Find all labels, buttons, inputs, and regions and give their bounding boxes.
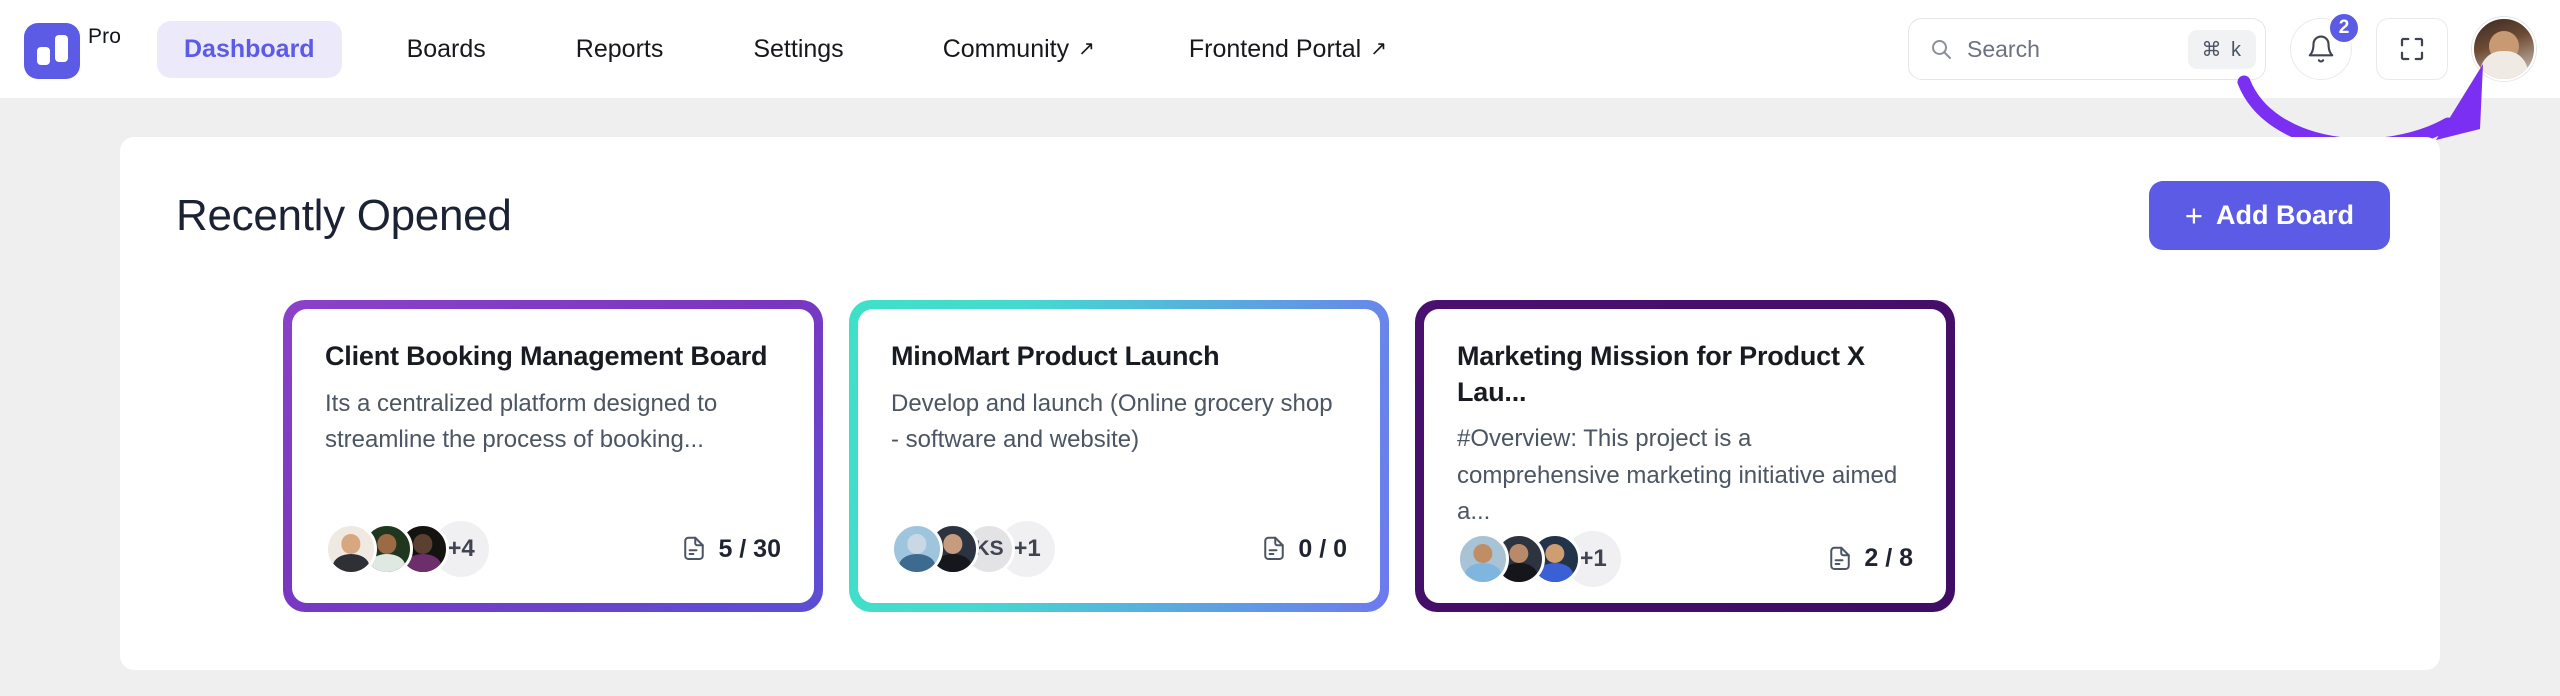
fullscreen-button[interactable] <box>2376 18 2448 80</box>
search-shortcut-hint: ⌘ k <box>2188 30 2256 69</box>
board-card-title: Marketing Mission for Product X Lau... <box>1457 339 1913 410</box>
nav-item-boards[interactable]: Boards <box>380 21 513 78</box>
board-card-footer: +4 5 / 30 <box>325 521 781 577</box>
board-card-list: Client Booking Management Board Its a ce… <box>120 300 2440 612</box>
brand[interactable]: Pro <box>24 19 121 79</box>
task-counter: 2 / 8 <box>1825 544 1913 574</box>
panel-header: Recently Opened + Add Board <box>120 137 2440 250</box>
member-avatar <box>325 523 377 575</box>
board-card-title: Client Booking Management Board <box>325 339 781 375</box>
nav-item-label: Boards <box>407 35 486 64</box>
external-link-icon: ↗ <box>1078 39 1095 59</box>
board-card[interactable]: MinoMart Product Launch Develop and laun… <box>849 300 1389 612</box>
nav-item-label: Frontend Portal <box>1189 35 1361 64</box>
board-card-description: Its a centralized platform designed to s… <box>325 386 781 459</box>
member-avatar-stack[interactable]: KS +1 <box>891 521 1055 577</box>
trello-board-logo-icon <box>24 23 80 79</box>
fullscreen-icon <box>2397 34 2427 64</box>
notification-count-badge: 2 <box>2328 12 2360 44</box>
search-placeholder: Search <box>1967 36 2188 63</box>
notifications-button[interactable]: 2 <box>2290 18 2352 80</box>
nav-item-label: Settings <box>753 35 843 64</box>
nav-item-label: Dashboard <box>184 35 315 64</box>
board-card[interactable]: Client Booking Management Board Its a ce… <box>283 300 823 612</box>
user-avatar[interactable] <box>2472 17 2536 81</box>
page-title: Recently Opened <box>176 191 512 241</box>
member-avatar <box>1457 533 1509 585</box>
add-board-label: Add Board <box>2216 200 2354 231</box>
card-task-icon <box>1825 544 1855 574</box>
nav-item-label: Reports <box>576 35 664 64</box>
member-avatar-stack[interactable]: +1 <box>1457 531 1621 587</box>
task-counter: 5 / 30 <box>679 534 781 564</box>
top-bar-actions: Search ⌘ k 2 <box>1908 17 2536 81</box>
board-card-footer: +1 2 / 8 <box>1457 531 1913 587</box>
task-count-label: 2 / 8 <box>1864 544 1913 573</box>
nav-item-reports[interactable]: Reports <box>549 21 691 78</box>
card-task-icon <box>679 534 709 564</box>
task-count-label: 5 / 30 <box>718 535 781 564</box>
nav-item-label: Community <box>943 35 1069 64</box>
nav-links: Dashboard Boards Reports Settings Commun… <box>157 21 1414 78</box>
member-avatar <box>891 523 943 575</box>
nav-item-settings[interactable]: Settings <box>726 21 870 78</box>
external-link-icon: ↗ <box>1370 39 1387 59</box>
board-card-description: Develop and launch (Online grocery shop … <box>891 386 1347 459</box>
search-icon <box>1929 37 1953 61</box>
plus-icon: + <box>2185 200 2203 231</box>
recently-opened-panel: Recently Opened + Add Board Client Booki… <box>120 137 2440 670</box>
brand-tag: Pro <box>88 25 121 49</box>
board-card-description: #Overview: This project is a comprehensi… <box>1457 421 1913 530</box>
member-avatar-stack[interactable]: +4 <box>325 521 489 577</box>
board-card-footer: KS +1 0 / 0 <box>891 521 1347 577</box>
card-task-icon <box>1259 534 1289 564</box>
board-card-title: MinoMart Product Launch <box>891 339 1347 375</box>
task-counter: 0 / 0 <box>1259 534 1347 564</box>
nav-item-frontend-portal[interactable]: Frontend Portal ↗ <box>1162 21 1414 78</box>
add-board-button[interactable]: + Add Board <box>2149 181 2390 250</box>
nav-item-community[interactable]: Community ↗ <box>916 21 1122 78</box>
board-card[interactable]: Marketing Mission for Product X Lau... #… <box>1415 300 1955 612</box>
task-count-label: 0 / 0 <box>1298 535 1347 564</box>
top-navigation-bar: Pro Dashboard Boards Reports Settings Co… <box>0 0 2560 98</box>
nav-item-dashboard[interactable]: Dashboard <box>157 21 342 78</box>
search-input[interactable]: Search ⌘ k <box>1908 18 2266 80</box>
